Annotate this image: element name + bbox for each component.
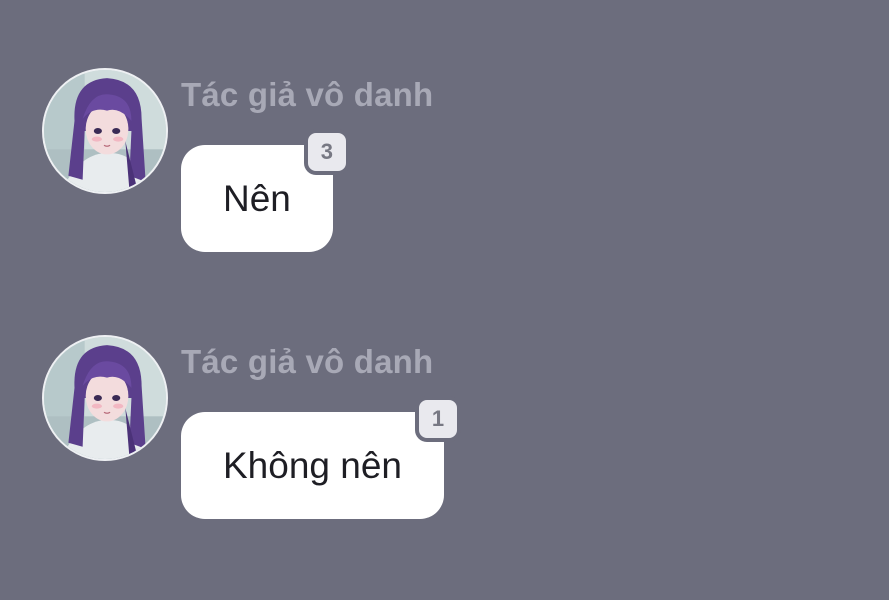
message-text: Không nên: [223, 444, 403, 486]
reaction-count-badge[interactable]: 3: [303, 129, 350, 175]
avatar[interactable]: [42, 68, 168, 194]
avatar[interactable]: [42, 335, 168, 461]
sender-name: Tác giả vô danh: [181, 343, 434, 380]
sender-name: Tác giả vô danh: [181, 76, 434, 113]
anime-girl-avatar-icon: [44, 337, 166, 459]
message-text: Nên: [223, 177, 291, 219]
message-bubble[interactable]: Không nên 1: [181, 396, 462, 519]
message-row: Tác giả vô danh Nên 3: [0, 68, 889, 268]
reaction-count-badge[interactable]: 1: [415, 396, 462, 442]
message-bubble[interactable]: Nên 3: [181, 129, 350, 252]
anime-girl-avatar-icon: [44, 70, 166, 192]
message-row: Tác giả vô danh Không nên 1: [0, 335, 889, 535]
